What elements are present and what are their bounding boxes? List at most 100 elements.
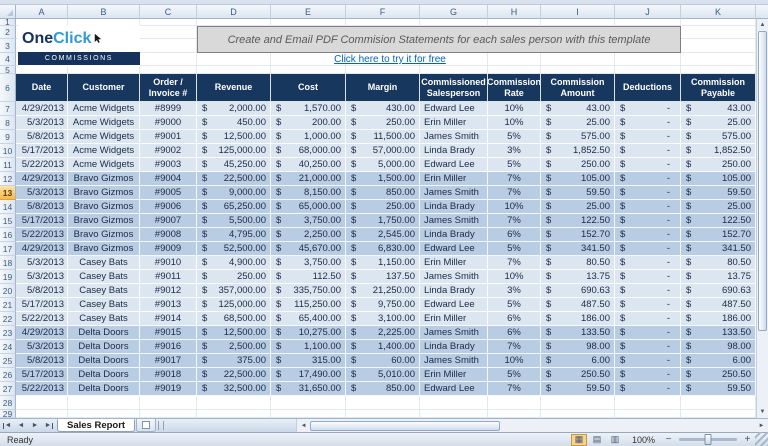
cell-customer[interactable]: Casey Bats [68,312,140,326]
column-header-F[interactable]: F [346,5,420,19]
empty-cell[interactable] [271,396,346,410]
zoom-slider[interactable] [679,438,737,441]
select-all-corner[interactable] [0,5,16,19]
column-title-date[interactable]: Date [16,74,68,102]
cell-deductions[interactable]: $- [615,144,681,158]
cell-customer[interactable]: Acme Widgets [68,102,140,116]
empty-cell[interactable] [541,410,615,418]
cell-invoice[interactable]: #9005 [140,186,197,200]
cell-margin[interactable]: $2,545.00 [346,228,420,242]
empty-cell[interactable] [16,396,68,410]
cell-salesperson[interactable]: James Smith [420,326,488,340]
page-break-view-icon[interactable]: ▥ [607,434,623,446]
cell-amount[interactable]: $98.00 [541,340,615,354]
column-title-deductions[interactable]: Deductions [615,74,681,102]
cell-revenue[interactable]: $375.00 [197,354,271,368]
cell-invoice[interactable]: #9012 [140,284,197,298]
cell-deductions[interactable]: $- [615,354,681,368]
cell-margin[interactable]: $1,750.00 [346,214,420,228]
cell-margin[interactable]: $6,830.00 [346,242,420,256]
cell-rate[interactable]: 7% [488,172,541,186]
column-title-rate[interactable]: Commission Rate [488,74,541,102]
cell-customer[interactable]: Delta Doors [68,354,140,368]
cell-customer[interactable]: Casey Bats [68,298,140,312]
empty-cell[interactable] [615,19,681,26]
empty-cell[interactable] [420,66,488,74]
cell-date[interactable]: 5/17/2013 [16,214,68,228]
cell-amount[interactable]: $6.00 [541,354,615,368]
column-title-cost[interactable]: Cost [271,74,346,102]
cell-customer[interactable]: Delta Doors [68,326,140,340]
cell-revenue[interactable]: $450.00 [197,116,271,130]
row-header-1[interactable]: 1 [0,19,16,26]
cell-date[interactable]: 5/17/2013 [16,298,68,312]
empty-cell[interactable] [488,66,541,74]
column-title-salesperson[interactable]: Commissioned Salesperson [420,74,488,102]
row-header-22[interactable]: 22 [0,312,16,326]
cell-payable[interactable]: $25.00 [681,200,756,214]
cell-rate[interactable]: 7% [488,340,541,354]
empty-cell[interactable] [346,66,420,74]
cell-rate[interactable]: 5% [488,130,541,144]
cell-deductions[interactable]: $- [615,256,681,270]
tab-splitter-handle[interactable] [158,421,164,430]
empty-cell[interactable] [615,410,681,418]
cell-salesperson[interactable]: Erin Miller [420,368,488,382]
row-header-29[interactable]: 29 [0,410,16,418]
row-header-18[interactable]: 18 [0,256,16,270]
cell-revenue[interactable]: $45,250.00 [197,158,271,172]
cell-deductions[interactable]: $- [615,284,681,298]
cell-date[interactable]: 4/29/2013 [16,326,68,340]
cell-rate[interactable]: 3% [488,284,541,298]
cell-revenue[interactable]: $5,500.00 [197,214,271,228]
empty-cell[interactable] [681,53,756,66]
cell-amount[interactable]: $25.00 [541,116,615,130]
cell-deductions[interactable]: $- [615,382,681,396]
cell-date[interactable]: 5/22/2013 [16,382,68,396]
cell-salesperson[interactable]: Linda Brady [420,228,488,242]
cell-rate[interactable]: 10% [488,102,541,116]
cell-cost[interactable]: $115,250.00 [271,298,346,312]
cell-payable[interactable]: $6.00 [681,354,756,368]
cell-date[interactable]: 5/3/2013 [16,116,68,130]
cell-deductions[interactable]: $- [615,200,681,214]
zoom-in-button[interactable]: + [741,434,754,446]
cell-margin[interactable]: $3,100.00 [346,312,420,326]
cell-invoice[interactable]: #8999 [140,102,197,116]
row-header-20[interactable]: 20 [0,284,16,298]
cell-revenue[interactable]: $4,900.00 [197,256,271,270]
cell-salesperson[interactable]: Linda Brady [420,284,488,298]
cell-invoice[interactable]: #9002 [140,144,197,158]
cell-invoice[interactable]: #9017 [140,354,197,368]
cell-margin[interactable]: $60.00 [346,354,420,368]
cell-payable[interactable]: $25.00 [681,116,756,130]
cell-payable[interactable]: $186.00 [681,312,756,326]
column-header-H[interactable]: H [488,5,541,19]
cell-amount[interactable]: $690.63 [541,284,615,298]
empty-cell[interactable] [615,66,681,74]
empty-cell[interactable] [681,410,756,418]
cell-cost[interactable]: $45,670.00 [271,242,346,256]
cell-salesperson[interactable]: Edward Lee [420,102,488,116]
cell-rate[interactable]: 7% [488,186,541,200]
try-free-link[interactable]: Click here to try it for free [334,54,446,65]
cell-margin[interactable]: $1,400.00 [346,340,420,354]
cell-customer[interactable]: Bravo Gizmos [68,214,140,228]
cell-salesperson[interactable]: Linda Brady [420,200,488,214]
horizontal-scroll-thumb[interactable] [310,421,500,431]
scroll-left-icon[interactable]: ◄ [297,419,310,433]
row-header-16[interactable]: 16 [0,228,16,242]
cell-date[interactable]: 4/29/2013 [16,242,68,256]
cell-payable[interactable]: $43.00 [681,102,756,116]
cell-customer[interactable]: Casey Bats [68,284,140,298]
cell-payable[interactable]: $98.00 [681,340,756,354]
row-header-14[interactable]: 14 [0,200,16,214]
cell-salesperson[interactable]: Linda Brady [420,340,488,354]
cell-rate[interactable]: 10% [488,116,541,130]
cell-customer[interactable]: Delta Doors [68,340,140,354]
cell-amount[interactable]: $575.00 [541,130,615,144]
cell-cost[interactable]: $3,750.00 [271,256,346,270]
column-title-customer[interactable]: Customer [68,74,140,102]
cell-salesperson[interactable]: James Smith [420,186,488,200]
cell-margin[interactable]: $850.00 [346,382,420,396]
